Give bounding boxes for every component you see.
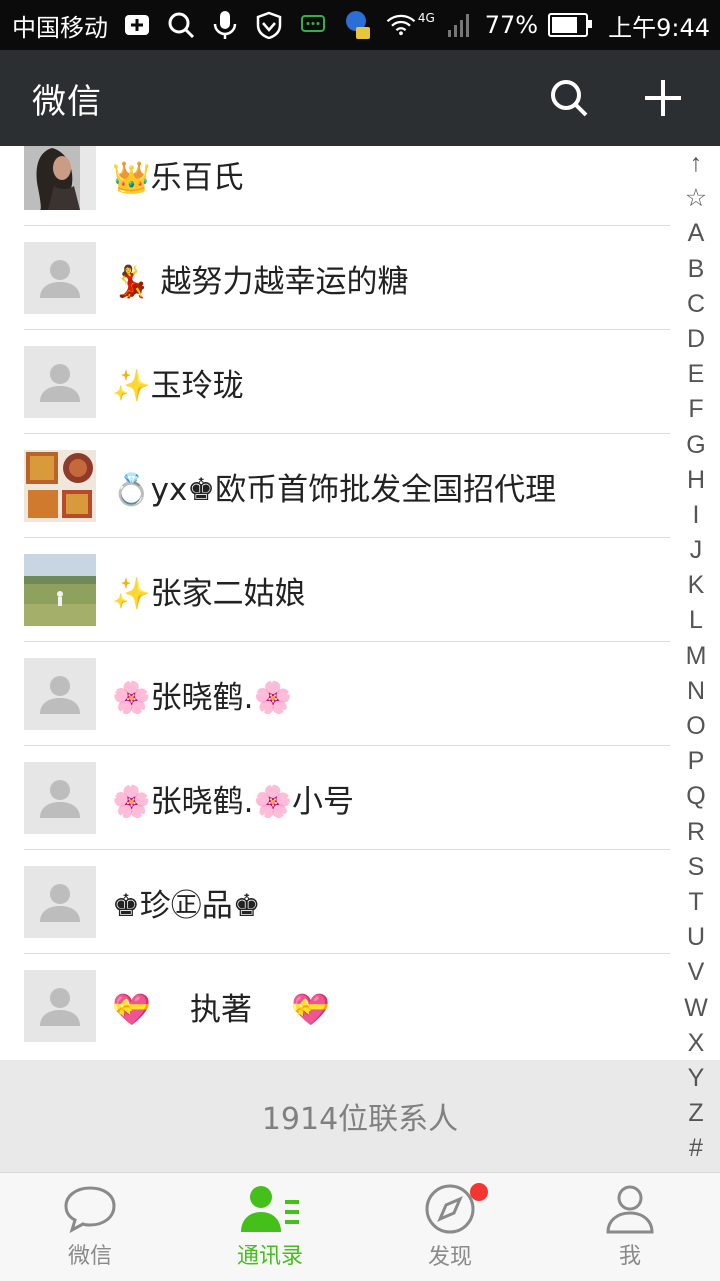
contact-name: 🌸张晓鹤.🌸	[112, 679, 293, 716]
bottom-nav: 微信 通讯录 发现 我	[0, 1172, 720, 1281]
contact-count-footer: 1914位联系人	[0, 1060, 720, 1172]
tab-me[interactable]: 我	[540, 1173, 720, 1281]
tab-chats[interactable]: 微信	[0, 1173, 180, 1281]
contact-row[interactable]: 👑乐百氏	[0, 146, 670, 226]
contact-name: 💍yx♚欧币首饰批发全国招代理	[112, 471, 557, 508]
index-letter[interactable]: W	[684, 991, 708, 1026]
contact-name: 💃 越努力越幸运的糖	[112, 263, 409, 300]
default-avatar-icon	[24, 658, 96, 730]
signal-icon	[445, 10, 475, 40]
index-letter[interactable]: A	[688, 216, 705, 251]
default-avatar-icon	[24, 866, 96, 938]
plus-icon	[645, 80, 681, 116]
contact-row[interactable]: ✨张家二姑娘	[0, 538, 670, 642]
clock: 上午9:44	[608, 13, 710, 42]
title-bar: 微信	[0, 50, 720, 146]
index-letter[interactable]: H	[687, 463, 705, 498]
index-letter[interactable]: I	[693, 498, 700, 533]
index-letter[interactable]: ☆	[685, 181, 707, 216]
index-letter[interactable]: J	[690, 533, 703, 568]
avatar	[24, 450, 96, 522]
mic-icon	[210, 10, 240, 40]
search-button[interactable]	[548, 77, 590, 119]
index-letter[interactable]: O	[686, 709, 705, 744]
contact-name: ✨张家二姑娘	[112, 575, 306, 612]
index-letter[interactable]: Y	[688, 1061, 705, 1096]
contact-name: 👑乐百氏	[112, 159, 244, 196]
index-letter[interactable]: D	[687, 322, 705, 357]
index-letter[interactable]: ↑	[690, 146, 703, 181]
contact-row[interactable]: 💝 执著 💝	[0, 954, 670, 1058]
index-letter[interactable]: C	[687, 287, 705, 322]
tab-label: 发现	[427, 1245, 472, 1270]
battery-percent: 77%	[484, 11, 539, 39]
default-avatar-icon	[24, 762, 96, 834]
index-letter[interactable]: N	[687, 674, 705, 709]
shield-icon	[254, 10, 284, 40]
battery-fill	[552, 17, 577, 33]
contact-row[interactable]: 💃 越努力越幸运的糖	[0, 226, 670, 330]
index-letter[interactable]: S	[688, 850, 705, 885]
tab-label: 微信	[67, 1244, 112, 1269]
search-icon	[166, 10, 196, 40]
index-letter[interactable]: T	[688, 885, 703, 920]
avatar	[24, 146, 96, 210]
index-letter[interactable]: B	[688, 252, 705, 287]
page-title: 微信	[32, 81, 102, 122]
contact-name: 💝 执著 💝	[112, 991, 331, 1028]
index-letter[interactable]: X	[688, 1026, 705, 1061]
index-letter[interactable]: K	[688, 568, 705, 603]
index-letter[interactable]: G	[686, 428, 705, 463]
contact-name: ✨玉玲珑	[112, 367, 244, 404]
index-letter[interactable]: #	[689, 1131, 703, 1166]
plus-box-icon	[122, 10, 152, 40]
contact-icon	[342, 10, 372, 40]
contact-row[interactable]: 🌸张晓鹤.🌸	[0, 642, 670, 746]
index-letter[interactable]: Q	[686, 779, 705, 814]
contacts-icon	[241, 1186, 299, 1232]
battery-icon	[548, 13, 593, 37]
index-letter[interactable]: L	[689, 603, 703, 638]
wifi-icon	[386, 10, 416, 40]
index-letter[interactable]: F	[688, 392, 703, 427]
carrier-name: 中国移动	[12, 13, 108, 42]
contact-row[interactable]: ✨玉玲珑	[0, 330, 670, 434]
contact-row[interactable]: 🌸张晓鹤.🌸小号	[0, 746, 670, 850]
default-avatar-icon	[24, 346, 96, 418]
contact-row[interactable]: ♚珍㊣品♚	[0, 850, 670, 954]
tab-discover[interactable]: 发现	[360, 1173, 540, 1281]
default-avatar-icon	[24, 970, 96, 1042]
avatar	[24, 554, 96, 626]
network-type: 4G	[417, 11, 435, 25]
tab-label: 我	[618, 1244, 641, 1269]
add-button[interactable]	[642, 77, 684, 119]
compass-icon	[425, 1184, 475, 1234]
index-letter[interactable]: M	[686, 639, 707, 674]
default-avatar-icon	[24, 242, 96, 314]
index-letter[interactable]: V	[688, 955, 705, 990]
notification-badge	[470, 1183, 488, 1201]
index-letter[interactable]: P	[688, 744, 705, 779]
contact-name: ♚珍㊣品♚	[112, 887, 261, 924]
contact-row[interactable]: 💍yx♚欧币首饰批发全国招代理	[0, 434, 670, 538]
contact-count: 1914位联系人	[261, 1102, 459, 1137]
index-letter[interactable]: E	[688, 357, 705, 392]
status-bar: 中国移动 4G 77% 上午9:44	[0, 0, 720, 50]
search-icon	[551, 80, 588, 117]
chat-icon	[64, 1186, 116, 1234]
index-letter[interactable]: R	[687, 815, 705, 850]
contact-list: 👑乐百氏 💃 越努力越幸运的糖 ✨玉玲珑 💍yx♚欧币首饰批发全国招代理 ✨张家…	[0, 146, 720, 1060]
contact-name: 🌸张晓鹤.🌸小号	[112, 783, 355, 820]
tab-contacts[interactable]: 通讯录	[180, 1173, 360, 1281]
alphabet-index[interactable]: ↑ ☆ A B C D E F G H I J K L M N O P Q R S T U V W X Y Z #	[672, 146, 720, 1170]
chat-bubble-icon	[298, 10, 328, 40]
index-letter[interactable]: Z	[688, 1096, 703, 1131]
tab-label: 通讯录	[236, 1244, 303, 1269]
index-letter[interactable]: U	[687, 920, 705, 955]
person-icon	[606, 1185, 654, 1234]
